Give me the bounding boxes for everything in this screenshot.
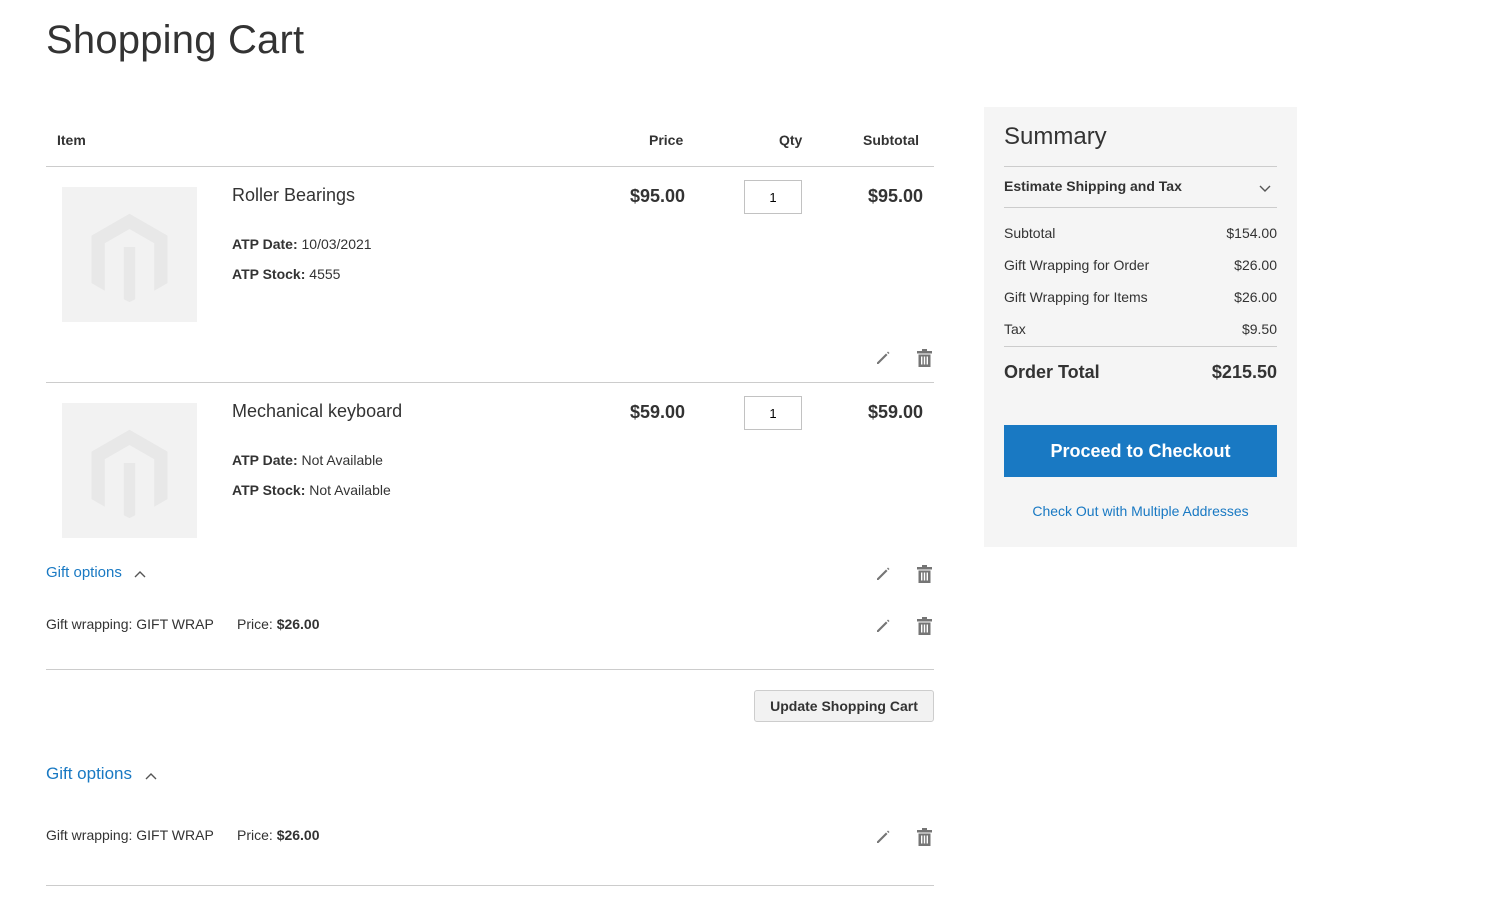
item-price: $59.00 xyxy=(629,402,685,422)
summary-row-label: Tax xyxy=(1004,321,1026,337)
trash-icon[interactable] xyxy=(917,565,935,583)
qty-input[interactable] xyxy=(744,396,802,430)
atp-stock-label: ATP Stock: xyxy=(232,482,306,498)
atp-stock: ATP Stock: Not Available xyxy=(232,482,391,498)
edit-icon[interactable] xyxy=(875,350,893,368)
gift-price-label: Price: xyxy=(237,827,273,843)
gift-wrapping-text: Gift wrapping: GIFT WRAP xyxy=(46,827,214,843)
atp-stock: ATP Stock: 4555 xyxy=(232,266,340,282)
gift-wrapping-price: Price: $26.00 xyxy=(237,616,320,632)
atp-date: ATP Date: Not Available xyxy=(232,452,383,468)
summary-title: Summary xyxy=(1004,123,1107,150)
chevron-down-icon[interactable] xyxy=(1259,180,1271,198)
gift-options-label: Gift options xyxy=(46,764,132,783)
chevron-up-icon xyxy=(134,565,146,582)
summary-divider xyxy=(1004,166,1277,167)
edit-icon[interactable] xyxy=(875,829,893,847)
order-total-value: $215.50 xyxy=(1211,362,1277,382)
summary-row-value: $26.00 xyxy=(1234,289,1277,305)
atp-stock-label: ATP Stock: xyxy=(232,266,306,282)
trash-icon[interactable] xyxy=(917,617,935,635)
page-title: Shopping Cart xyxy=(46,18,305,62)
gift-wrapping-price: Price: $26.00 xyxy=(237,827,320,843)
order-gift-options-toggle[interactable]: Gift options xyxy=(46,764,157,785)
atp-date-label: ATP Date: xyxy=(232,452,298,468)
atp-date-value: Not Available xyxy=(301,452,383,468)
summary-divider xyxy=(1004,346,1277,347)
edit-icon[interactable] xyxy=(875,618,893,636)
trash-icon[interactable] xyxy=(917,828,935,846)
column-header-subtotal: Subtotal xyxy=(863,132,919,148)
gift-options-label: Gift options xyxy=(46,564,122,581)
trash-icon[interactable] xyxy=(917,349,935,367)
cart-divider xyxy=(46,669,934,670)
summary-row-value: $9.50 xyxy=(1241,321,1277,337)
atp-stock-value: 4555 xyxy=(309,266,341,282)
estimate-shipping-toggle[interactable]: Estimate Shipping and Tax xyxy=(1004,178,1182,194)
qty-input[interactable] xyxy=(744,180,802,214)
row-divider xyxy=(46,382,934,383)
summary-row-value: $154.00 xyxy=(1226,225,1277,241)
item-gift-options-toggle[interactable]: Gift options xyxy=(46,564,146,582)
atp-date-label: ATP Date: xyxy=(232,236,298,252)
magento-logo-icon xyxy=(91,429,168,519)
product-name[interactable]: Mechanical keyboard xyxy=(232,401,402,422)
summary-panel: Summary Estimate Shipping and Tax Subtot… xyxy=(984,107,1297,547)
atp-date-value: 10/03/2021 xyxy=(301,236,372,252)
product-image-placeholder[interactable] xyxy=(62,403,197,538)
column-header-price: Price xyxy=(649,132,684,148)
atp-stock-value: Not Available xyxy=(309,482,391,498)
item-subtotal: $95.00 xyxy=(867,186,923,206)
summary-row-label: Gift Wrapping for Items xyxy=(1004,289,1148,305)
column-header-qty: Qty xyxy=(779,132,803,148)
summary-row-value: $26.00 xyxy=(1234,257,1277,273)
order-gift-divider xyxy=(46,885,934,886)
summary-row-label: Subtotal xyxy=(1004,225,1056,241)
magento-logo-icon xyxy=(91,213,168,303)
proceed-to-checkout-button[interactable]: Proceed to Checkout xyxy=(1004,425,1277,477)
gift-price-value: $26.00 xyxy=(276,616,320,632)
atp-date: ATP Date: 10/03/2021 xyxy=(232,236,372,252)
chevron-up-icon xyxy=(145,765,157,785)
gift-price-label: Price: xyxy=(237,616,273,632)
update-shopping-cart-button[interactable]: Update Shopping Cart xyxy=(754,690,934,722)
summary-row-label: Gift Wrapping for Order xyxy=(1004,257,1150,273)
multiple-addresses-link[interactable]: Check Out with Multiple Addresses xyxy=(984,503,1297,519)
summary-divider xyxy=(1004,207,1277,208)
item-subtotal: $59.00 xyxy=(867,402,923,422)
column-header-item: Item xyxy=(57,132,86,148)
order-total-label: Order Total xyxy=(1004,362,1100,382)
product-name[interactable]: Roller Bearings xyxy=(232,185,355,206)
header-divider xyxy=(46,166,934,167)
gift-price-value: $26.00 xyxy=(276,827,320,843)
edit-icon[interactable] xyxy=(875,566,893,584)
gift-wrapping-text: Gift wrapping: GIFT WRAP xyxy=(46,616,214,632)
item-price: $95.00 xyxy=(629,186,685,206)
product-image-placeholder[interactable] xyxy=(62,187,197,322)
